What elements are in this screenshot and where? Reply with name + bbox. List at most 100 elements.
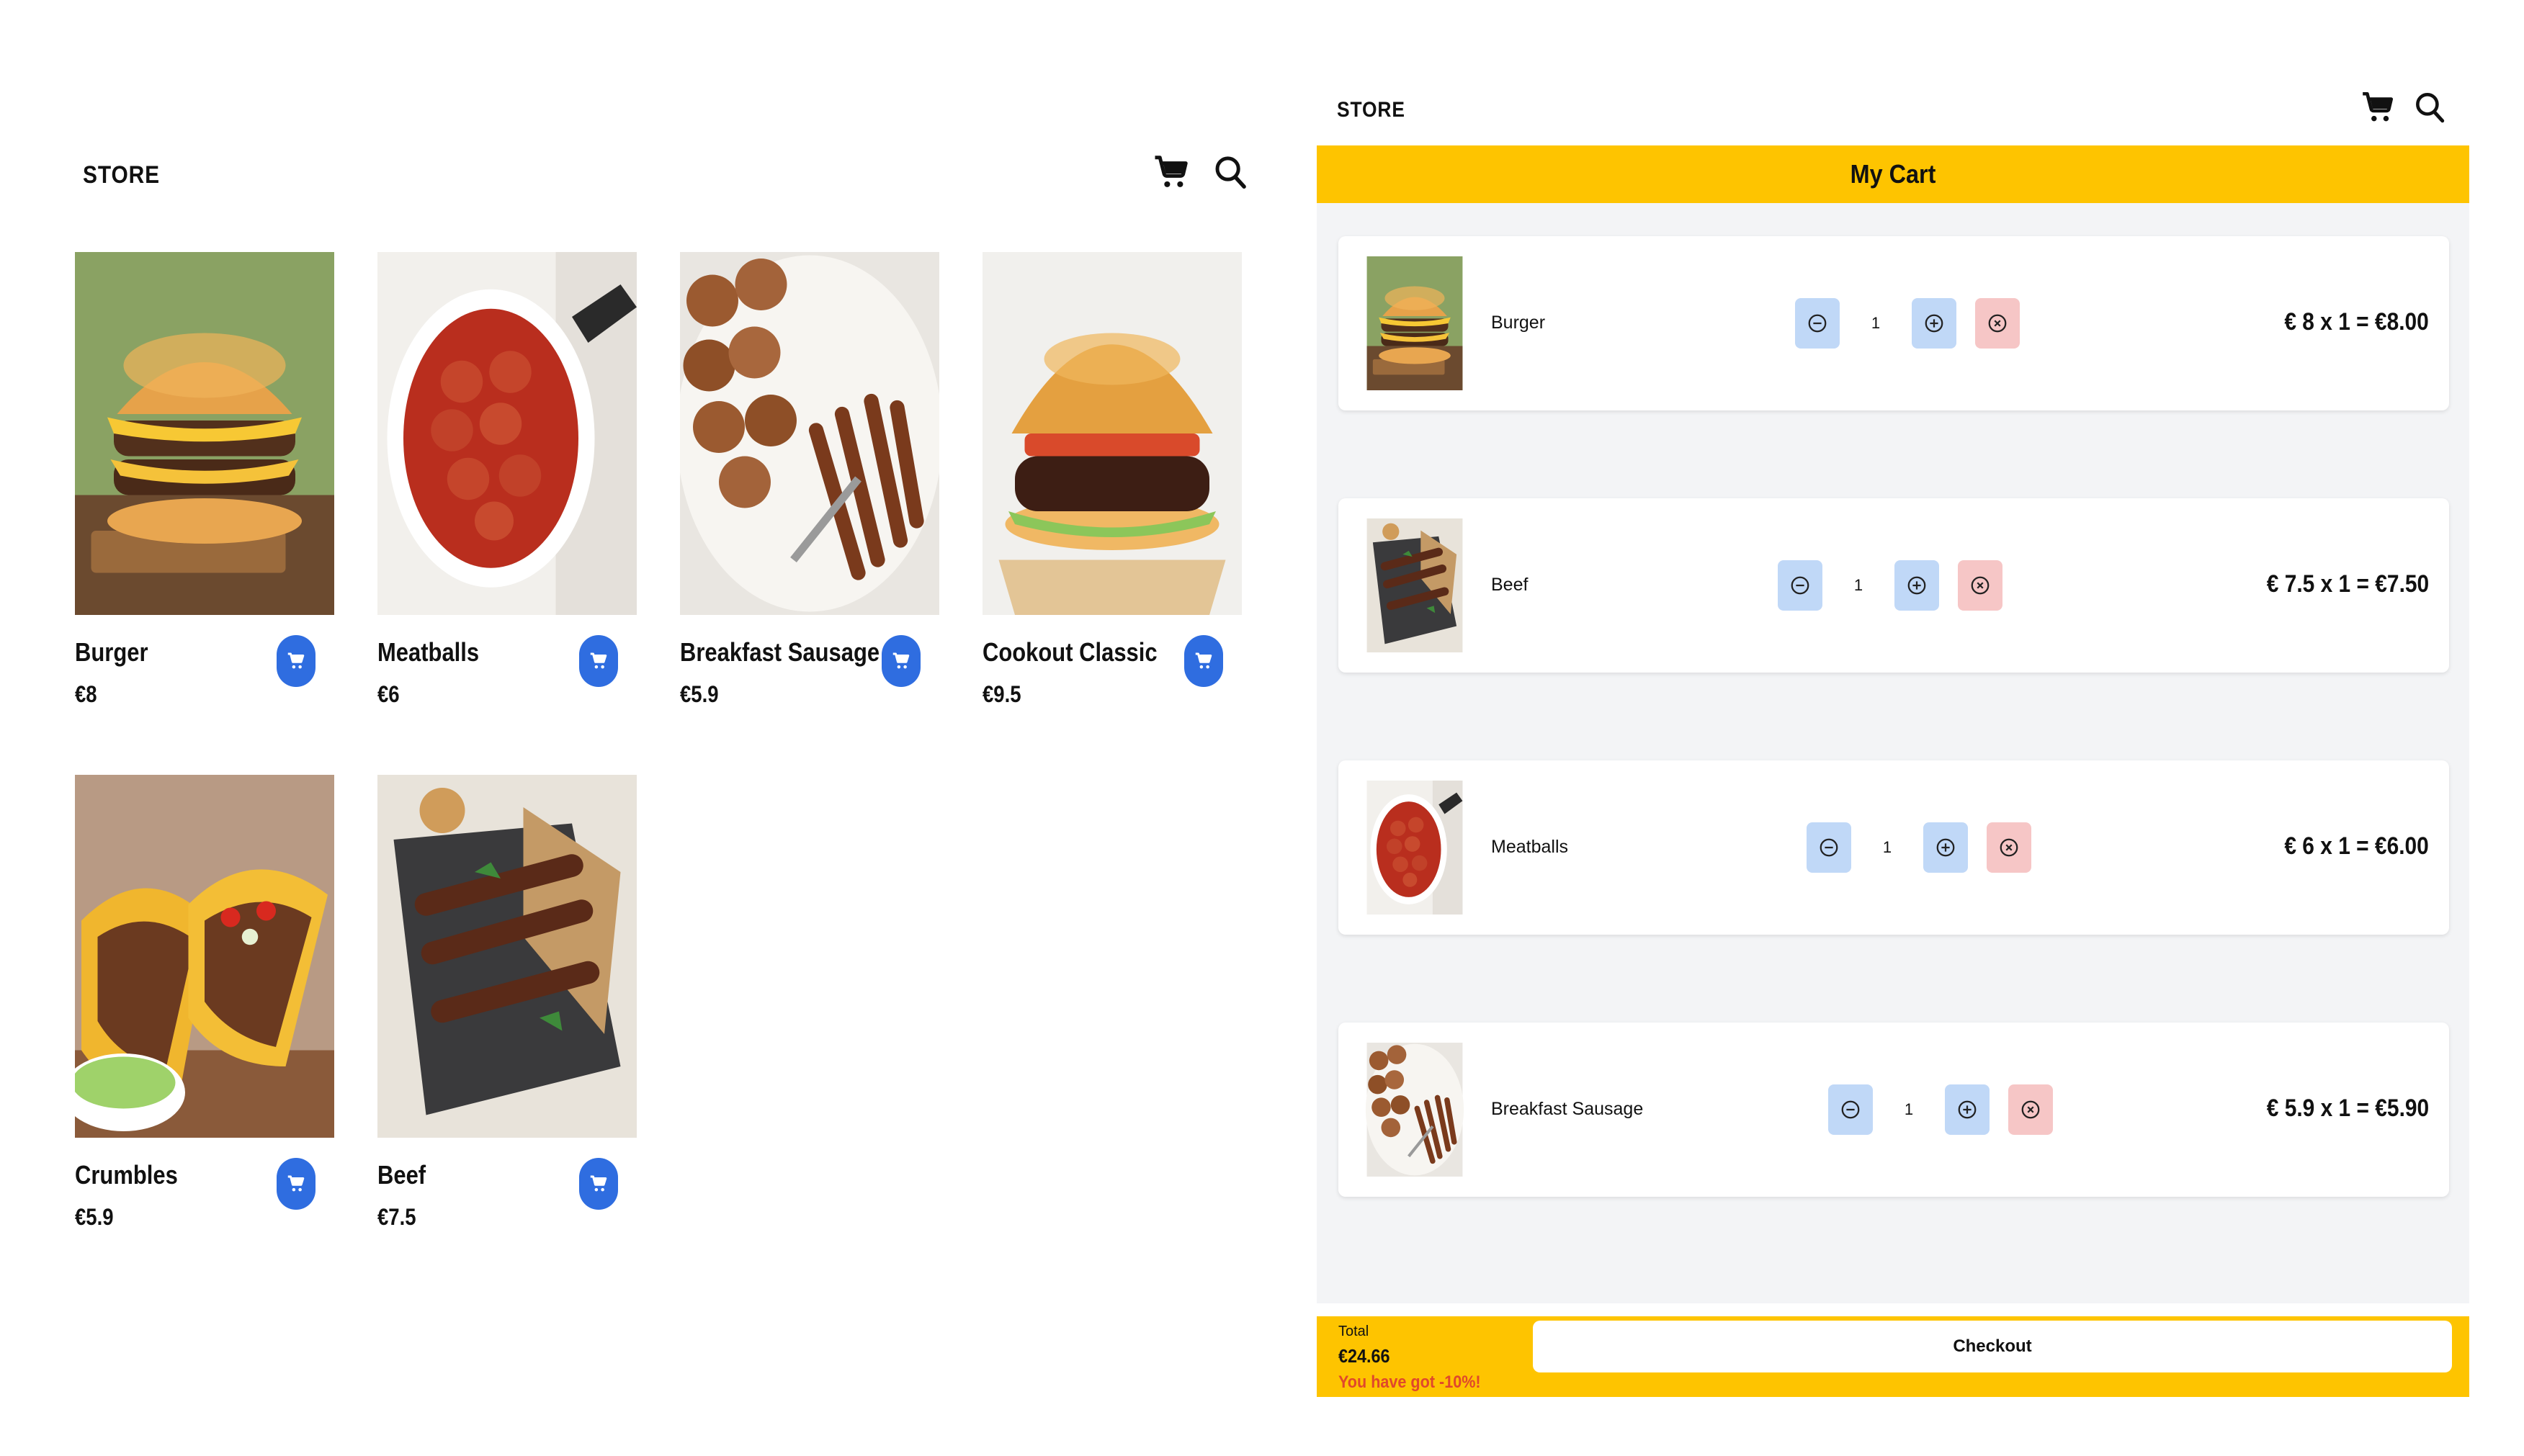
- product-card[interactable]: Breakfast Sausage €5.9: [680, 252, 939, 720]
- cart-title: My Cart: [1850, 159, 1936, 189]
- total-label: Total: [1338, 1324, 1369, 1339]
- product-name[interactable]: Burger: [75, 637, 148, 668]
- add-to-cart-button[interactable]: [579, 635, 618, 687]
- product-card[interactable]: Crumbles €5.9: [75, 775, 334, 1243]
- increase-button[interactable]: [1945, 1084, 1990, 1135]
- header-icons: [1152, 153, 1250, 192]
- store-header: STORE: [83, 151, 1250, 202]
- cart-item: Meatballs 1 € 6 x 1 = €6.00: [1338, 760, 2449, 935]
- plus-circle-icon: [1923, 313, 1945, 334]
- product-image-meatballs[interactable]: [377, 252, 637, 615]
- quantity-controls: 1: [1795, 298, 2020, 349]
- minus-circle-icon: [1840, 1099, 1861, 1120]
- cart-item-subtotal: € 6 x 1 = €6.00: [2284, 832, 2429, 860]
- quantity-controls: 1: [1778, 560, 2002, 611]
- quantity-value: 1: [1853, 576, 1863, 594]
- cart-item-name: Breakfast Sausage: [1491, 1099, 1644, 1119]
- product-image-cookout[interactable]: [983, 252, 1242, 615]
- product-price: €8: [75, 681, 97, 707]
- minus-circle-icon: [1789, 575, 1811, 596]
- add-to-cart-button[interactable]: [1184, 635, 1223, 687]
- plus-circle-icon: [1956, 1099, 1978, 1120]
- cart-item-name: Meatballs: [1491, 837, 1568, 857]
- product-name[interactable]: Cookout Classic: [983, 637, 1158, 668]
- add-cart-icon: [1193, 650, 1214, 672]
- add-cart-icon: [588, 1173, 609, 1195]
- discount-message: You have got -10%!: [1338, 1372, 1481, 1392]
- remove-button[interactable]: [1958, 560, 2002, 611]
- add-cart-icon: [285, 650, 307, 672]
- product-price: €9.5: [983, 681, 1021, 707]
- cart-item-subtotal: € 5.9 x 1 = €5.90: [2266, 1095, 2429, 1122]
- remove-button[interactable]: [2008, 1084, 2053, 1135]
- product-card[interactable]: Meatballs €6: [377, 252, 637, 720]
- minus-circle-icon: [1807, 313, 1828, 334]
- quantity-controls: 1: [1807, 822, 2031, 873]
- close-circle-icon: [1969, 575, 1991, 596]
- add-cart-icon: [588, 650, 609, 672]
- cart-page: STORE My Cart Burger 1 € 8 x 1 = €8.00 B…: [1317, 0, 2469, 1456]
- quantity-value: 1: [1871, 314, 1881, 332]
- product-price: €7.5: [377, 1204, 416, 1230]
- search-icon[interactable]: [2412, 89, 2448, 125]
- cart-item-image: [1356, 256, 1474, 390]
- store-brand[interactable]: STORE: [1337, 98, 1405, 122]
- cart-item-image: [1356, 518, 1474, 652]
- product-price: €5.9: [680, 681, 719, 707]
- product-card[interactable]: Burger €8: [75, 252, 334, 720]
- close-circle-icon: [1987, 313, 2008, 334]
- quantity-value: 1: [1904, 1100, 1914, 1118]
- cart-items-list: Burger 1 € 8 x 1 = €8.00 Beef 1 € 7.5 x …: [1317, 203, 2469, 1303]
- cart-icon[interactable]: [1152, 153, 1191, 192]
- add-to-cart-button[interactable]: [579, 1158, 618, 1210]
- decrease-button[interactable]: [1807, 822, 1851, 873]
- increase-button[interactable]: [1894, 560, 1939, 611]
- cart-item-name: Beef: [1491, 575, 1529, 595]
- add-to-cart-button[interactable]: [277, 635, 316, 687]
- product-card[interactable]: Beef €7.5: [377, 775, 637, 1243]
- product-image-burger[interactable]: [75, 252, 334, 615]
- cart-item-image: [1356, 781, 1474, 915]
- cart-item: Beef 1 € 7.5 x 1 = €7.50: [1338, 498, 2449, 673]
- quantity-controls: 1: [1828, 1084, 2053, 1135]
- close-circle-icon: [1998, 837, 2020, 858]
- add-cart-icon: [285, 1173, 307, 1195]
- decrease-button[interactable]: [1828, 1084, 1873, 1135]
- product-image-beef[interactable]: [377, 775, 637, 1138]
- add-to-cart-button[interactable]: [277, 1158, 316, 1210]
- checkout-button[interactable]: Checkout: [1533, 1321, 2452, 1372]
- product-card[interactable]: Cookout Classic €9.5: [983, 252, 1242, 720]
- decrease-button[interactable]: [1795, 298, 1840, 349]
- store-brand[interactable]: STORE: [83, 161, 160, 189]
- remove-button[interactable]: [1975, 298, 2020, 349]
- remove-button[interactable]: [1987, 822, 2031, 873]
- header-icons: [2360, 89, 2448, 125]
- product-name[interactable]: Crumbles: [75, 1160, 178, 1190]
- close-circle-icon: [2020, 1099, 2041, 1120]
- minus-circle-icon: [1818, 837, 1840, 858]
- product-price: €6: [377, 681, 400, 707]
- cart-item-image: [1356, 1043, 1474, 1177]
- cart-icon[interactable]: [2360, 89, 2396, 125]
- cart-footer: Total €24.66 You have got -10%! Checkout: [1317, 1316, 2469, 1397]
- cart-header: STORE: [1317, 86, 2469, 137]
- product-name[interactable]: Beef: [377, 1160, 426, 1190]
- product-image-sausage[interactable]: [680, 252, 939, 615]
- increase-button[interactable]: [1923, 822, 1968, 873]
- cart-item: Burger 1 € 8 x 1 = €8.00: [1338, 236, 2449, 410]
- product-image-crumbles[interactable]: [75, 775, 334, 1138]
- total-value: €24.66: [1338, 1345, 1390, 1367]
- cart-item-name: Burger: [1491, 313, 1546, 333]
- increase-button[interactable]: [1912, 298, 1956, 349]
- add-to-cart-button[interactable]: [882, 635, 921, 687]
- add-cart-icon: [890, 650, 912, 672]
- decrease-button[interactable]: [1778, 560, 1822, 611]
- search-icon[interactable]: [1211, 153, 1250, 192]
- product-price: €5.9: [75, 1204, 114, 1230]
- cart-item-subtotal: € 8 x 1 = €8.00: [2284, 308, 2429, 336]
- quantity-value: 1: [1882, 838, 1892, 856]
- product-name[interactable]: Breakfast Sausage: [680, 637, 880, 668]
- product-name[interactable]: Meatballs: [377, 637, 479, 668]
- store-page: STORE Burger €8 Meatballs €6 Breakfast S…: [0, 0, 1289, 1456]
- cart-item: Breakfast Sausage 1 € 5.9 x 1 = €5.90: [1338, 1023, 2449, 1197]
